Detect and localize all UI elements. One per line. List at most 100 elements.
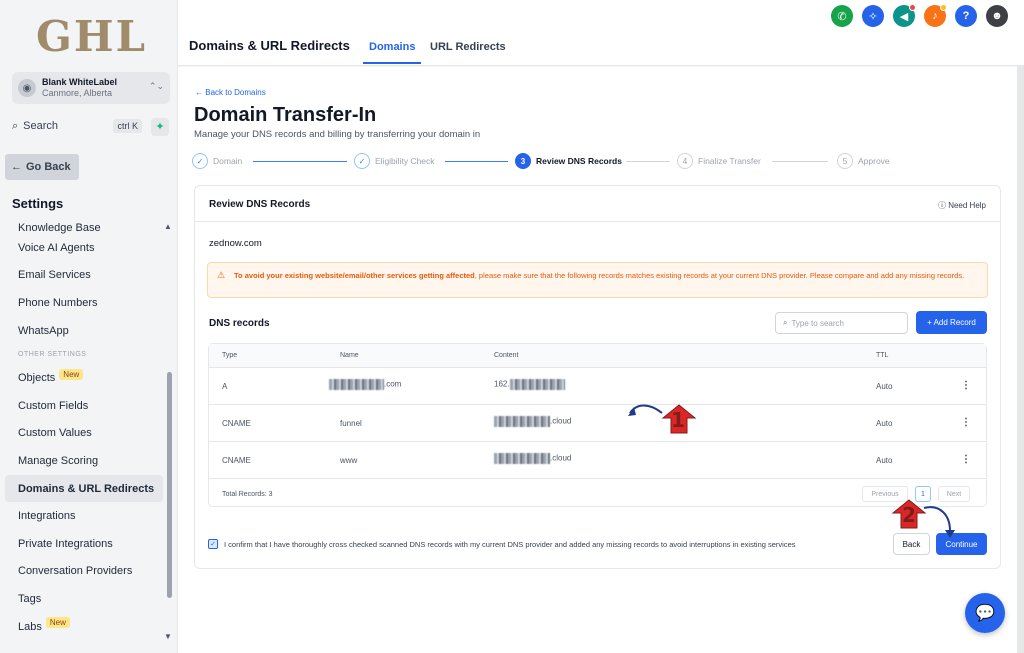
- table-row: CNAME funnel .cloud Auto ⋮: [209, 405, 986, 442]
- annotation-label-2: 2: [902, 503, 916, 527]
- tab-url-redirects[interactable]: URL Redirects: [430, 41, 506, 53]
- check-icon: ✓: [354, 153, 370, 169]
- ai-sparkle-icon[interactable]: ✦: [151, 118, 169, 136]
- dns-search-input[interactable]: ⌕ Type to search: [775, 312, 908, 334]
- settings-nav: Knowledge Base Voice AI Agents Email Ser…: [5, 214, 163, 640]
- sidebar-item-private-integrations[interactable]: Private Integrations: [5, 530, 163, 558]
- warning-icon: ⚠: [217, 270, 226, 280]
- new-badge: New: [45, 617, 70, 629]
- user-avatar[interactable]: ☻: [986, 5, 1008, 27]
- col-type: Type: [222, 352, 238, 359]
- sidebar-item-phone-numbers[interactable]: Phone Numbers: [5, 289, 163, 317]
- card-title: Review DNS Records: [209, 199, 311, 210]
- redacted-content: [494, 416, 550, 427]
- sidebar: GHL ◉ Blank WhiteLabel Canmore, Alberta …: [0, 0, 178, 653]
- go-back-button[interactable]: ← Go Back: [5, 154, 79, 180]
- sparkle-icon[interactable]: ✧: [862, 5, 884, 27]
- more-vertical-icon[interactable]: ⋮: [961, 454, 971, 465]
- review-dns-card: Review DNS Records ⓘ Need Help zednow.co…: [194, 185, 1001, 569]
- search-placeholder: Type to search: [791, 318, 844, 328]
- page-title: Domain Transfer-In: [194, 104, 377, 126]
- notification-dot: [909, 4, 916, 11]
- account-name: Blank WhiteLabel: [42, 77, 118, 87]
- table-row: A .com 162. Auto ⋮: [209, 368, 986, 405]
- sidebar-scrollbar[interactable]: [167, 372, 172, 598]
- sidebar-item-domains[interactable]: Domains & URL Redirects: [5, 474, 163, 503]
- account-location: Canmore, Alberta: [42, 88, 113, 98]
- bell-icon[interactable]: ♪: [924, 4, 947, 27]
- sidebar-item-knowledge-base[interactable]: Knowledge Base: [5, 214, 163, 234]
- step-finalize: 4 Finalize Transfer: [677, 153, 761, 169]
- warning-text: , please make sure that the following re…: [474, 271, 965, 280]
- main-content: ← Back to Domains Domain Transfer-In Man…: [178, 67, 1024, 653]
- account-switcher[interactable]: ◉ Blank WhiteLabel Canmore, Alberta ⌃⌄: [12, 72, 170, 104]
- sidebar-item-custom-values[interactable]: Custom Values: [5, 420, 163, 448]
- warning-banner: ⚠ To avoid your existing website/email/o…: [207, 262, 988, 298]
- total-records: Total Records: 3: [222, 491, 273, 498]
- need-help-link[interactable]: ⓘ Need Help: [938, 200, 986, 211]
- chevron-updown-icon: ⌃⌄: [148, 81, 164, 91]
- new-badge: New: [59, 368, 84, 380]
- top-icons: ✆ ✧ ◀ ♪ ? ☻: [831, 4, 1008, 27]
- dns-records-table: Type Name Content TTL A .com 162. Auto ⋮…: [208, 343, 987, 507]
- brand-logo: GHL: [36, 12, 148, 61]
- sidebar-search[interactable]: ⌕ Search ctrl K: [12, 117, 142, 135]
- sidebar-item-email-services[interactable]: Email Services: [5, 262, 163, 290]
- sidebar-item-manage-scoring[interactable]: Manage Scoring: [5, 447, 163, 475]
- page-subtitle: Manage your DNS records and billing by t…: [194, 129, 481, 140]
- col-ttl: TTL: [876, 352, 889, 359]
- megaphone-icon[interactable]: ◀: [893, 4, 916, 27]
- sidebar-item-conversation-providers[interactable]: Conversation Providers: [5, 558, 163, 586]
- settings-heading: Settings: [12, 196, 64, 211]
- step-connector: [626, 161, 670, 162]
- step-connector: [772, 161, 828, 162]
- sidebar-item-tags[interactable]: Tags: [5, 585, 163, 613]
- search-shortcut: ctrl K: [113, 119, 142, 133]
- col-content: Content: [494, 352, 519, 359]
- scroll-down-icon[interactable]: ▼: [164, 632, 172, 641]
- arrow-left-icon: ←: [11, 161, 22, 173]
- back-button[interactable]: Back: [893, 533, 930, 555]
- sidebar-item-integrations[interactable]: Integrations: [5, 502, 163, 530]
- more-vertical-icon[interactable]: ⋮: [961, 417, 971, 428]
- dns-records-heading: DNS records: [209, 318, 270, 329]
- sidebar-item-whatsapp[interactable]: WhatsApp: [5, 317, 163, 345]
- sidebar-item-voice-ai-agents[interactable]: Voice AI Agents: [5, 234, 163, 262]
- more-vertical-icon[interactable]: ⋮: [961, 380, 971, 391]
- step-eligibility: ✓ Eligibility Check: [354, 153, 435, 169]
- go-back-label: Go Back: [26, 161, 71, 173]
- domain-name: zednow.com: [209, 238, 262, 249]
- help-circle-icon: ⓘ: [937, 201, 949, 210]
- check-icon: ✓: [192, 153, 208, 169]
- sidebar-item-objects[interactable]: Objects New: [5, 364, 163, 392]
- search-label: Search: [23, 120, 59, 132]
- confirm-text: I confirm that I have thoroughly cross c…: [224, 539, 796, 549]
- confirm-checkbox[interactable]: ✓: [208, 539, 218, 549]
- previous-page-button[interactable]: Previous: [862, 486, 908, 502]
- table-header: Type Name Content TTL: [209, 344, 986, 368]
- step-approve: 5 Approve: [837, 153, 890, 169]
- back-to-domains-link[interactable]: ← Back to Domains: [195, 88, 266, 97]
- tab-domains[interactable]: Domains: [362, 41, 423, 64]
- top-header: Domains & URL Redirects Domains URL Redi…: [178, 0, 1024, 66]
- step-connector: [445, 161, 508, 162]
- page-1-button[interactable]: 1: [915, 486, 931, 502]
- sidebar-item-custom-fields[interactable]: Custom Fields: [5, 392, 163, 420]
- redacted-content: [509, 379, 565, 390]
- redacted-content: [494, 453, 550, 464]
- step-review-dns: 3 Review DNS Records: [515, 153, 622, 169]
- search-icon: ⌕: [12, 119, 19, 132]
- help-icon[interactable]: ?: [955, 5, 977, 27]
- stepper: ✓ Domain ✓ Eligibility Check 3 Review DN…: [192, 153, 1002, 173]
- sidebar-item-labs[interactable]: Labs New: [5, 613, 163, 641]
- chat-widget-icon[interactable]: 💬: [965, 593, 1005, 633]
- scroll-up-icon[interactable]: ▲: [164, 222, 172, 231]
- step-domain: ✓ Domain: [192, 153, 242, 169]
- table-row: CNAME www .cloud Auto ⋮: [209, 442, 986, 479]
- notification-dot: [940, 4, 947, 11]
- continue-button[interactable]: Continue: [936, 533, 987, 555]
- add-record-button[interactable]: + Add Record: [916, 311, 987, 334]
- next-page-button[interactable]: Next: [938, 486, 970, 502]
- header-title: Domains & URL Redirects: [189, 38, 350, 53]
- phone-icon[interactable]: ✆: [831, 5, 853, 27]
